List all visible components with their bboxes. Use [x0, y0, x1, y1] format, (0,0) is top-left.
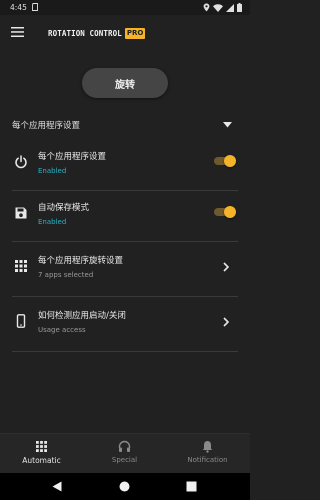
setting-subtitle: 7 apps selected — [38, 271, 94, 279]
setting-title: 如何检测应用启动/关闭 — [38, 311, 126, 321]
divider — [12, 241, 238, 242]
chevron-down-icon — [223, 122, 232, 128]
status-time: 4:45 — [10, 3, 27, 12]
app-title: ROTATION CONTROL PRO — [48, 26, 146, 40]
setting-status: Enabled — [38, 167, 67, 175]
chevron-right-icon — [223, 317, 229, 327]
per-app-section-header[interactable]: 每个应用程序设置 — [0, 112, 250, 138]
autosave-toggle[interactable] — [214, 206, 236, 218]
setting-subtitle: Usage access — [38, 326, 86, 334]
nav-label: Special — [111, 456, 138, 464]
setting-row-detection[interactable]: 如何检测应用启动/关闭 Usage access — [0, 299, 250, 349]
location-icon — [203, 3, 210, 12]
nav-automatic[interactable]: Automatic — [0, 434, 83, 474]
setting-title: 每个应用程序设置 — [38, 152, 107, 162]
power-icon — [15, 155, 27, 169]
section-title: 每个应用程序设置 — [12, 121, 81, 131]
recents-icon[interactable] — [186, 481, 197, 492]
home-icon[interactable] — [119, 481, 130, 492]
setting-row-app-rotation[interactable]: 每个应用程序旋转设置 7 apps selected — [0, 244, 250, 294]
rotate-button[interactable]: 旋转 — [82, 68, 168, 98]
chevron-right-icon — [223, 262, 229, 272]
per-app-toggle[interactable] — [214, 155, 236, 167]
bottom-navigation: Automatic Special Notification — [0, 433, 250, 473]
pro-badge: PRO — [124, 27, 146, 39]
status-icons — [203, 3, 242, 12]
nav-notification[interactable]: Notification — [166, 434, 249, 474]
battery-icon — [237, 3, 242, 12]
sd-card-icon — [32, 3, 38, 11]
divider — [12, 296, 238, 297]
nav-label: Automatic — [22, 456, 61, 465]
menu-icon[interactable] — [11, 27, 24, 37]
setting-title: 每个应用程序旋转设置 — [38, 256, 124, 266]
divider — [12, 351, 238, 352]
save-icon — [15, 207, 27, 219]
toggle-thumb — [224, 155, 236, 167]
back-icon[interactable] — [52, 481, 62, 492]
setting-status: Enabled — [38, 218, 67, 226]
bell-icon — [202, 441, 213, 453]
setting-row-autosave[interactable]: 自动保存模式 Enabled — [0, 191, 250, 241]
smartphone-icon — [16, 314, 26, 328]
headphones-icon — [118, 440, 131, 452]
apps-grid-icon — [36, 441, 47, 452]
nav-special[interactable]: Special — [83, 434, 166, 474]
toggle-thumb — [224, 206, 236, 218]
system-navigation-bar — [0, 473, 250, 500]
wifi-icon — [213, 3, 223, 12]
status-bar: 4:45 — [0, 0, 250, 15]
setting-row-per-app[interactable]: 每个应用程序设置 Enabled — [0, 140, 250, 190]
setting-title: 自动保存模式 — [38, 203, 90, 213]
app-title-text: ROTATION CONTROL — [48, 28, 122, 38]
signal-icon — [226, 3, 234, 12]
nav-label: Notification — [187, 456, 228, 464]
app-bar: ROTATION CONTROL PRO — [0, 15, 250, 51]
apps-grid-icon — [15, 260, 27, 272]
